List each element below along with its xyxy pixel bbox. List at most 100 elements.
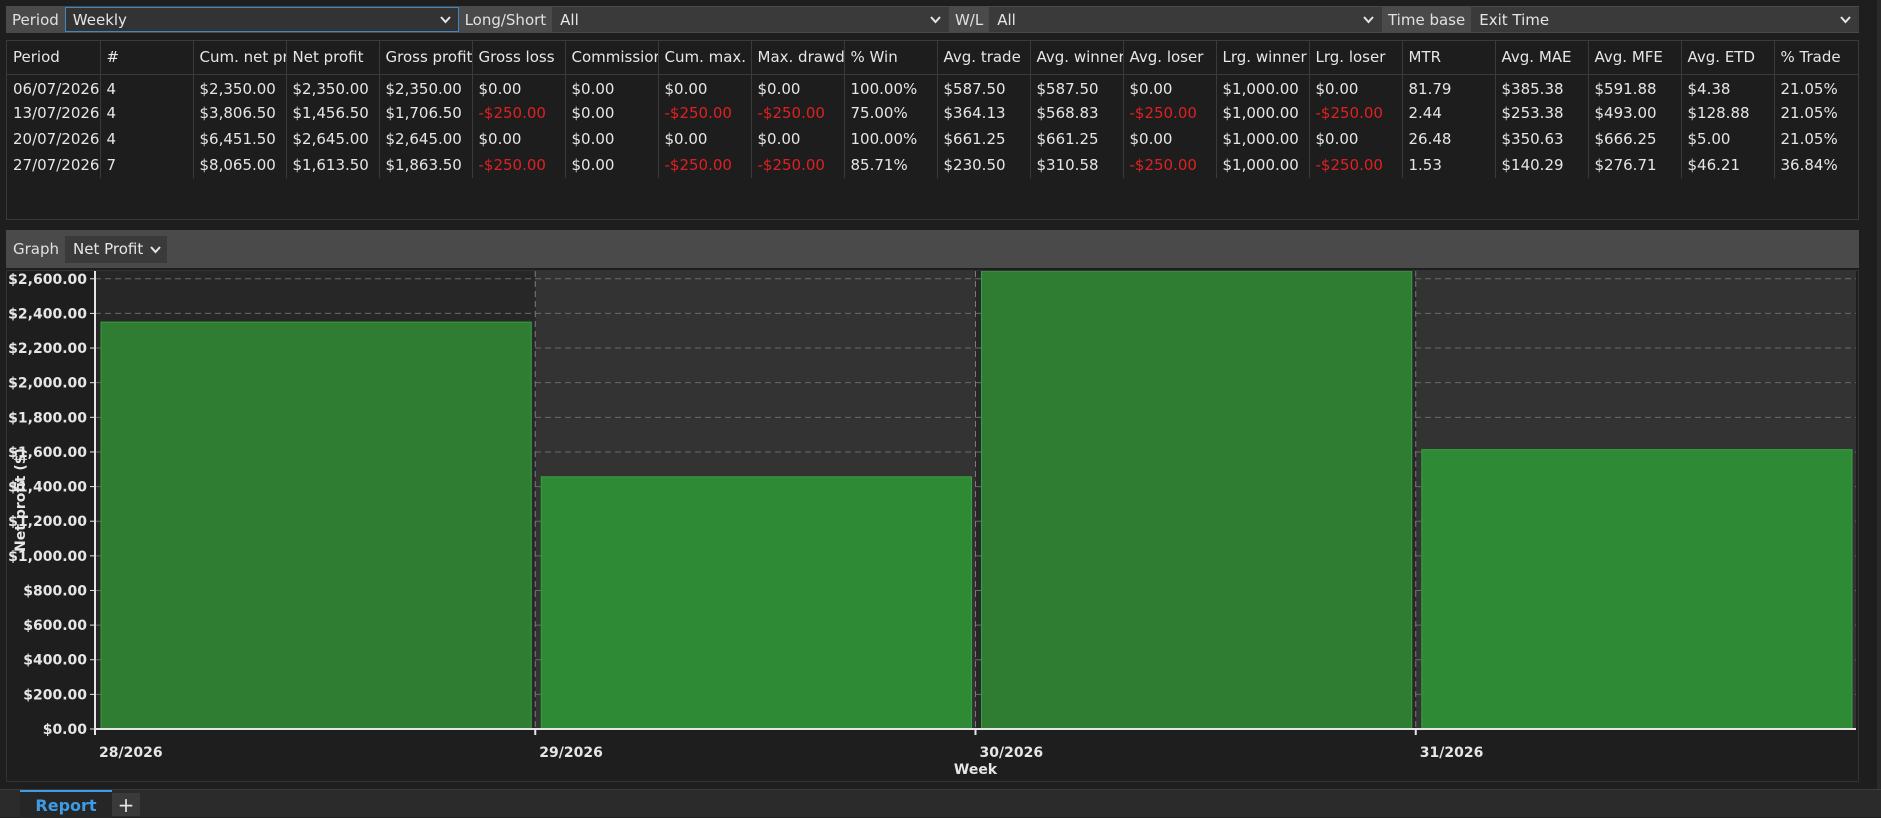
column-header[interactable]: Avg. winner: [1030, 41, 1124, 75]
column-header[interactable]: Avg. trade: [937, 41, 1031, 75]
table-cell: 4: [100, 74, 194, 100]
column-header[interactable]: Avg. MFE: [1588, 41, 1682, 75]
y-tick-label: $2,200.00: [8, 341, 87, 357]
bar-28/2026: [100, 321, 532, 730]
table-cell: 21.05%: [1774, 126, 1858, 152]
column-header[interactable]: Cum. max. d: [658, 41, 752, 75]
column-header[interactable]: % Trade: [1774, 41, 1858, 75]
period-value: Weekly: [72, 10, 127, 29]
column-header[interactable]: Commissior: [565, 41, 659, 75]
column-header[interactable]: Gross loss: [472, 41, 566, 75]
table-cell: -$250.00: [1309, 152, 1403, 178]
table-cell: $2,350.00: [379, 74, 473, 100]
chevron-down-icon: [439, 16, 451, 24]
bar-31/2026: [1421, 449, 1853, 730]
table-cell: 100.00%: [844, 74, 938, 100]
net-profit-bar-chart: $0.00$200.00$400.00$600.00$800.00$1,000.…: [8, 270, 1856, 778]
table-cell: 2.44: [1402, 100, 1496, 126]
bar-30/2026: [981, 270, 1413, 730]
table-cell: $0.00: [658, 126, 752, 152]
column-header[interactable]: Max. drawdo: [751, 41, 845, 75]
wl-select[interactable]: All: [989, 7, 1382, 32]
period-select[interactable]: Weekly: [64, 7, 459, 32]
table-cell: $0.00: [472, 74, 566, 100]
column-header[interactable]: Lrg. loser: [1309, 41, 1403, 75]
table-cell: $661.25: [1030, 126, 1124, 152]
table-cell: 4: [100, 100, 194, 126]
column-header[interactable]: Avg. loser: [1123, 41, 1217, 75]
wl-value: All: [997, 10, 1016, 29]
table-cell: $276.71: [1588, 152, 1682, 178]
table-cell: -$250.00: [658, 152, 752, 178]
table-cell: $8,065.00: [193, 152, 287, 178]
table-cell: $0.00: [1123, 126, 1217, 152]
x-tick-label: 31/2026: [1420, 745, 1484, 761]
table-cell: $2,645.00: [286, 126, 380, 152]
filter-bar: Period Weekly Long/Short All W/L All Tim…: [6, 6, 1859, 33]
table-cell: $661.25: [937, 126, 1031, 152]
table-cell: $0.00: [1309, 126, 1403, 152]
column-header[interactable]: % Win: [844, 41, 938, 75]
column-header[interactable]: #: [100, 41, 194, 75]
column-header[interactable]: Gross profit: [379, 41, 473, 75]
chevron-down-icon: [930, 16, 941, 24]
column-header[interactable]: Cum. net pr: [193, 41, 287, 75]
table-cell: $0.00: [565, 100, 659, 126]
table-cell: $364.13: [937, 100, 1031, 126]
table-cell: $493.00: [1588, 100, 1682, 126]
table-cell: -$250.00: [1123, 100, 1217, 126]
window-edge: [1877, 0, 1881, 789]
table-cell: $385.38: [1495, 74, 1589, 100]
table-cell: $0.00: [1123, 74, 1217, 100]
table-cell: $1,000.00: [1216, 126, 1310, 152]
y-tick-label: $2,600.00: [8, 272, 87, 288]
table-cell: $6,451.50: [193, 126, 287, 152]
table-cell: 4: [100, 126, 194, 152]
table-cell: $253.38: [1495, 100, 1589, 126]
timebase-label: Time base: [1387, 10, 1466, 29]
table-row[interactable]: 20/07/2026 4 $6,451.50 $2,645.00 $2,645.00 $0…: [7, 126, 1858, 152]
table-cell: 36.84%: [1774, 152, 1858, 178]
column-header[interactable]: MTR: [1402, 41, 1496, 75]
table-cell: 21.05%: [1774, 100, 1858, 126]
table-cell: $350.63: [1495, 126, 1589, 152]
table-row[interactable]: 27/07/2026 7 $8,065.00 $1,613.50 $1,863.50 -$…: [7, 152, 1858, 178]
table-cell: $0.00: [658, 74, 752, 100]
longshort-value: All: [560, 10, 579, 29]
chevron-down-icon: [1363, 16, 1374, 24]
table-cell: -$250.00: [658, 100, 752, 126]
table-cell: $1,456.50: [286, 100, 380, 126]
tab-report[interactable]: Report: [20, 790, 112, 818]
table-cell: $1,000.00: [1216, 100, 1310, 126]
table-cell: 81.79: [1402, 74, 1496, 100]
table-cell: -$250.00: [472, 100, 566, 126]
chevron-down-icon: [1840, 16, 1851, 24]
table-cell: 20/07/2026: [7, 126, 101, 152]
y-tick-label: $400.00: [23, 653, 87, 669]
table-row[interactable]: 06/07/2026 4 $2,350.00 $2,350.00 $2,350.00 $0…: [7, 74, 1858, 100]
table-cell: 100.00%: [844, 126, 938, 152]
table-cell: $1,863.50: [379, 152, 473, 178]
column-header[interactable]: Lrg. winner: [1216, 41, 1310, 75]
performance-table: Period # Cum. net pr Net profit Gross pr…: [6, 40, 1859, 220]
table-cell: $140.29: [1495, 152, 1589, 178]
table-cell: $0.00: [751, 74, 845, 100]
table-row[interactable]: 13/07/2026 4 $3,806.50 $1,456.50 $1,706.50 -$…: [7, 100, 1858, 126]
wl-label: W/L: [954, 10, 984, 29]
table-cell: 7: [100, 152, 194, 178]
column-header[interactable]: Avg. ETD: [1681, 41, 1775, 75]
table-cell: 27/07/2026: [7, 152, 101, 178]
graph-toolbar: Graph Net Profit: [6, 230, 1859, 268]
table-cell: $2,350.00: [193, 74, 287, 100]
table-cell: $1,000.00: [1216, 74, 1310, 100]
table-cell: $5.00: [1681, 126, 1775, 152]
longshort-select[interactable]: All: [552, 7, 949, 32]
table-cell: 75.00%: [844, 100, 938, 126]
timebase-select[interactable]: Exit Time: [1471, 7, 1859, 32]
table-cell: $3,806.50: [193, 100, 287, 126]
column-header[interactable]: Avg. MAE: [1495, 41, 1589, 75]
column-header[interactable]: Net profit: [286, 41, 380, 75]
add-tab-button[interactable]: +: [112, 793, 140, 817]
column-header[interactable]: Period: [7, 41, 101, 75]
graph-type-select[interactable]: Net Profit: [65, 235, 168, 263]
